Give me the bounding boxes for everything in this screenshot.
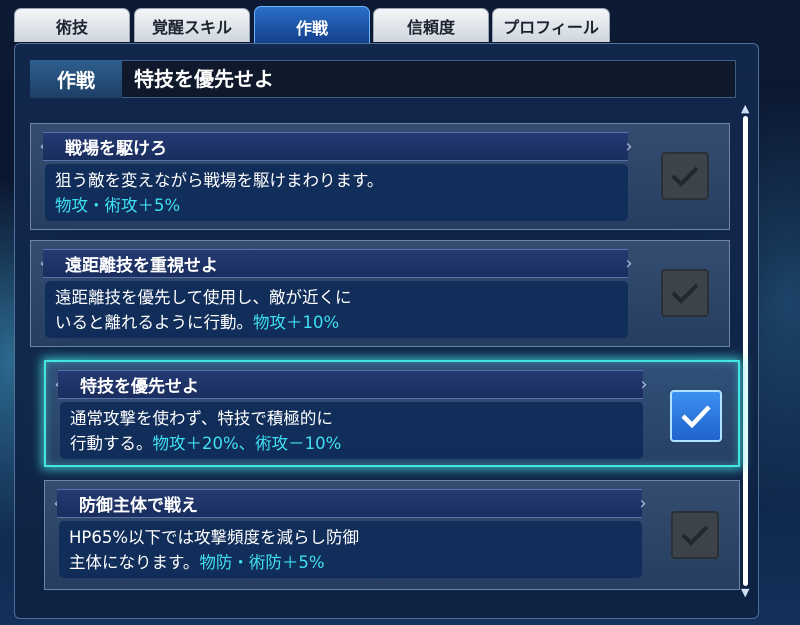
tab-awakening-skill[interactable]: 覚醒スキル xyxy=(134,8,250,42)
strategy-card-defense[interactable]: ‹ 防御主体で戦え › HP65%以下では攻撃頻度を減らし防御 主体になります。… xyxy=(44,480,740,590)
strategy-description: 遠距離技を優先して使用し、敵が近くに いると離れるように行動。物攻＋10% xyxy=(45,281,628,338)
strategy-checkbox[interactable] xyxy=(661,152,709,200)
checkmark-icon xyxy=(681,405,711,429)
effect-text: 物攻＋10% xyxy=(253,313,340,332)
tab-bar: 術技 覚醒スキル 作戦 信頼度 プロフィール xyxy=(14,4,794,46)
strategy-title: 特技を優先せよ xyxy=(58,370,643,399)
current-strategy-value: 特技を優先せよ xyxy=(134,67,274,91)
strategy-title: 遠距離技を重視せよ xyxy=(43,249,628,278)
checkmark-icon xyxy=(681,525,709,546)
strategy-title: 防御主体で戦え xyxy=(57,489,642,518)
description-line-1: 通常攻撃を使わず、特技で積極的に xyxy=(70,409,333,428)
description-line-1: 遠距離技を優先して使用し、敵が近くに xyxy=(55,288,352,307)
description-line-1: HP65%以下では攻撃頻度を減らし防御 xyxy=(69,528,360,547)
strategy-checkbox[interactable] xyxy=(661,269,709,317)
scroll-down-arrow-icon[interactable]: ▼ xyxy=(741,587,749,598)
scrollbar[interactable]: ▲ ▼ xyxy=(738,102,754,602)
checkmark-icon xyxy=(671,283,699,304)
strategy-checkbox[interactable] xyxy=(671,511,719,559)
tab-strategy[interactable]: 作戦 xyxy=(254,6,370,46)
strategy-description: HP65%以下では攻撃頻度を減らし防御 主体になります。物防・術防＋5% xyxy=(59,521,642,578)
scroll-thumb[interactable] xyxy=(743,116,748,586)
effect-text: 物攻＋20%、術攻－10% xyxy=(152,434,342,453)
ribbon-right-chevron-icon: › xyxy=(640,374,648,395)
strategy-description: 通常攻撃を使わず、特技で積極的に 行動する。物攻＋20%、術攻－10% xyxy=(60,402,643,459)
strategy-title: 戦場を駆けろ xyxy=(43,132,628,161)
tab-trust[interactable]: 信頼度 xyxy=(373,8,489,42)
scroll-up-arrow-icon[interactable]: ▲ xyxy=(741,103,749,114)
ribbon-right-chevron-icon: › xyxy=(625,136,633,157)
strategy-checkbox-selected[interactable] xyxy=(670,390,722,442)
description-line-1: 狙う敵を変えながら戦場を駆けまわります。 xyxy=(55,171,384,190)
description-line-2: 主体になります。 xyxy=(69,553,200,572)
strategy-description: 狙う敵を変えながら戦場を駆けまわります。 物攻・術攻＋5% xyxy=(45,164,628,221)
tab-profile[interactable]: プロフィール xyxy=(492,8,610,42)
tab-arts[interactable]: 術技 xyxy=(14,8,130,42)
effect-text: 物防・術防＋5% xyxy=(199,553,325,572)
strategy-card-charge[interactable]: ‹ 戦場を駆けろ › 狙う敵を変えながら戦場を駆けまわります。 物攻・術攻＋5% xyxy=(30,123,730,230)
ribbon-right-chevron-icon: › xyxy=(625,253,633,274)
strategy-card-special-arts[interactable]: ‹ 特技を優先せよ › 通常攻撃を使わず、特技で積極的に 行動する。物攻＋20%… xyxy=(44,360,740,467)
description-line-2: いると離れるように行動。 xyxy=(55,313,253,332)
strategy-card-ranged[interactable]: ‹ 遠距離技を重視せよ › 遠距離技を優先して使用し、敵が近くに いると離れるよ… xyxy=(30,240,730,347)
current-strategy-label: 作戦 xyxy=(30,60,122,98)
checkmark-icon xyxy=(671,166,699,187)
description-line-2: 行動する。 xyxy=(70,434,153,453)
ribbon-right-chevron-icon: › xyxy=(639,493,647,514)
effect-text: 物攻・術攻＋5% xyxy=(55,196,181,215)
